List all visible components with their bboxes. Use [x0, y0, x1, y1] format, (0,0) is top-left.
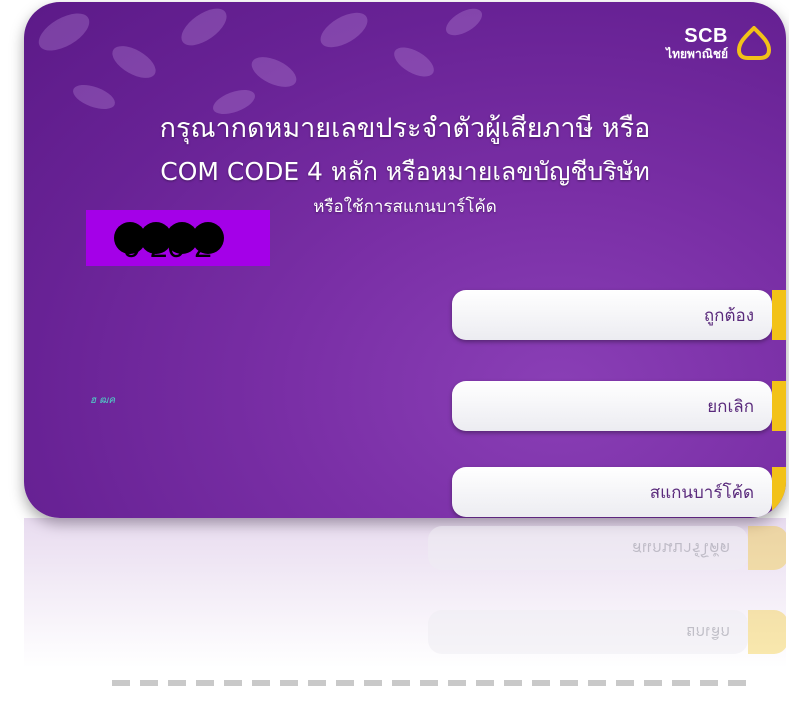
reflection-tab — [748, 610, 786, 654]
scan-key-tab[interactable] — [772, 467, 786, 517]
logo-scb-text: SCB — [684, 25, 728, 47]
cancel-button-label: ยกเลิก — [707, 396, 754, 417]
prompt-line-1: กรุณากดหมายเลขประจำตัวผู้เสียภาษี หรือ — [159, 113, 651, 144]
entered-code: 9 20 2 — [123, 228, 212, 264]
reflection-scan-button: สแกนบาร์โค้ด — [428, 526, 786, 570]
confirm-button-label: ถูกต้อง — [703, 305, 754, 326]
scan-barcode-button[interactable]: สแกนบาร์โค้ด — [452, 467, 786, 517]
reflection-tab — [748, 526, 786, 570]
decorative-pattern — [38, 8, 483, 115]
screen-reflection: สแกนบาร์โค้ด ยกเลิก — [24, 518, 786, 668]
prompt-line-2: COM CODE 4 หลัก หรือหมายเลขบัญชีบริษัท — [160, 157, 650, 186]
reflection-cancel-button: ยกเลิก — [428, 610, 786, 654]
dashed-divider — [112, 680, 748, 686]
cancel-key-tab[interactable] — [772, 381, 786, 431]
reflection-cancel-label: ยกเลิก — [685, 623, 730, 643]
side-status-label: ฮ ฒค — [90, 395, 116, 406]
reflection-scan-label: สแกนบาร์โค้ด — [631, 539, 730, 559]
confirm-button[interactable]: ถูกต้อง — [452, 290, 786, 340]
cancel-button[interactable]: ยกเลิก — [452, 381, 786, 431]
scan-barcode-button-label: สแกนบาร์โค้ด — [649, 482, 754, 503]
confirm-key-tab[interactable] — [772, 290, 786, 340]
logo-thai-text: ไทยพาณิชย์ — [666, 47, 728, 61]
scb-house-icon — [736, 26, 772, 60]
scb-logo: SCB ไทยพาณิชย์ — [666, 26, 772, 60]
